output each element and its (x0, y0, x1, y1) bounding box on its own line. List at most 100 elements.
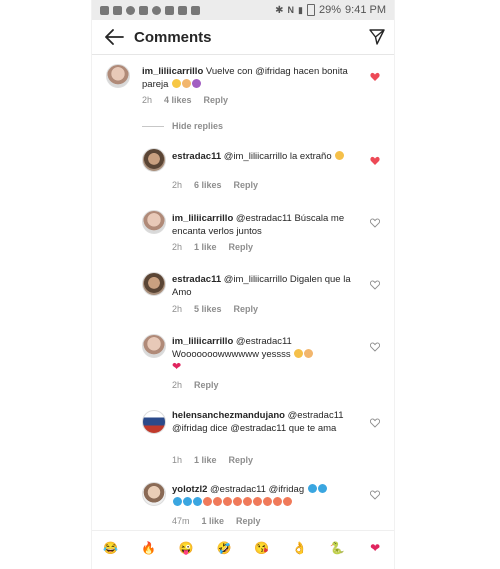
signal-icon: ▮ (298, 4, 303, 15)
notification-icon (139, 5, 148, 15)
comment-text: im_liliicarrillo @estradac11 Wooooooowww… (172, 335, 367, 374)
status-time: 9:41 PM (345, 4, 386, 16)
battery-icon (307, 4, 315, 16)
reply-button[interactable]: Reply (229, 242, 254, 252)
hide-replies-button[interactable]: Hide replies (142, 121, 223, 131)
emoji-icon (172, 79, 182, 88)
notification-icon (152, 5, 161, 15)
likes-count[interactable]: 1 like (194, 242, 217, 252)
battery-percent: 29% (319, 4, 342, 16)
comment-username[interactable]: im_liliicarrillo (172, 213, 233, 224)
fire-emoji-button[interactable]: 🔥 (139, 538, 159, 558)
comment-username[interactable]: im_liliicarrillo (142, 66, 203, 77)
emoji-icon (233, 497, 242, 506)
avatar[interactable] (142, 272, 166, 296)
likes-count[interactable]: 1 like (202, 516, 225, 526)
heart-icon[interactable] (370, 72, 380, 82)
ok-hand-emoji-button[interactable]: 👌 (290, 538, 310, 558)
reply-button[interactable]: Reply (236, 516, 261, 526)
notification-icon (191, 5, 200, 15)
hide-replies-label: Hide replies (172, 121, 224, 131)
comment-username[interactable]: helensanchezmandujano (172, 410, 285, 421)
comment-username[interactable]: estradac11 (172, 151, 221, 162)
comment-time: 47m (172, 516, 190, 526)
comment-text: im_liliicarrillo Vuelve con @ifridag hac… (142, 65, 362, 91)
bluetooth-icon: ✱ (275, 4, 284, 16)
reply-button[interactable]: Reply (194, 380, 219, 390)
comment-username[interactable]: estradac11 (172, 274, 221, 285)
share-button[interactable] (360, 20, 394, 54)
emoji-icon (182, 79, 192, 88)
send-icon (369, 29, 385, 45)
emoji-icon (203, 497, 212, 506)
back-arrow-icon (105, 29, 124, 45)
emoji-icon (304, 349, 314, 358)
notification-icon (178, 5, 187, 15)
notification-icon (100, 5, 109, 15)
emoji-icon (192, 79, 202, 88)
comment-meta: 47m 1 like Reply (172, 516, 261, 526)
emoji-icon (283, 497, 292, 506)
likes-count[interactable]: 5 likes (194, 304, 222, 314)
emoji-icon (173, 497, 182, 506)
wink-tongue-emoji-button[interactable]: 😜 (176, 538, 196, 558)
notification-icon (126, 5, 135, 15)
laughing-emoji-button[interactable]: 😂 (101, 538, 121, 558)
emoji-icon (317, 484, 327, 493)
page-title: Comments (134, 28, 212, 46)
comment-time: 2h (172, 380, 183, 390)
comment-text: estradac11 @im_liliicarrillo la extraño (172, 150, 362, 163)
avatar[interactable] (142, 148, 166, 172)
avatar[interactable] (106, 64, 130, 88)
reply-button[interactable]: Reply (234, 304, 259, 314)
heart-outline-icon[interactable] (370, 418, 380, 428)
avatar[interactable] (142, 410, 166, 434)
comment-meta: 2h 4 likes Reply (142, 95, 228, 105)
likes-count[interactable]: 4 likes (164, 95, 192, 105)
emoji-icon (307, 484, 317, 493)
kiss-emoji-button[interactable]: 😘 (252, 538, 272, 558)
divider (142, 125, 164, 127)
comment-meta: 1h 1 like Reply (172, 455, 253, 465)
heart-emoji-button[interactable]: ❤ (365, 538, 385, 558)
comment-meta: 2h 1 like Reply (172, 242, 253, 252)
likes-count[interactable]: 6 likes (194, 180, 222, 190)
back-button[interactable] (94, 20, 134, 54)
emoji-icon (243, 497, 252, 506)
comment-meta: 2h 6 likes Reply (172, 180, 258, 190)
emoji-icon (294, 349, 304, 358)
reply-button[interactable]: Reply (204, 95, 229, 105)
comment-time: 1h (172, 455, 183, 465)
comment-meta: 2h 5 likes Reply (172, 304, 258, 314)
avatar[interactable] (142, 334, 166, 358)
comment-time: 2h (172, 304, 183, 314)
emoji-reaction-bar: 😂 🔥 😜 🤣 😘 👌 🐍 ❤ (92, 530, 394, 565)
heart-outline-icon[interactable] (370, 280, 380, 290)
phone-screen: ✱ N ▮ 29% 9:41 PM Comments im_liliicarri… (92, 0, 394, 569)
reply-button[interactable]: Reply (229, 455, 254, 465)
heart-outline-icon[interactable] (370, 342, 380, 352)
emoji-icon (253, 497, 262, 506)
emoji-icon (183, 497, 192, 506)
notification-icon (165, 5, 174, 15)
emoji-icon (193, 497, 202, 506)
comment-time: 2h (172, 180, 183, 190)
likes-count[interactable]: 1 like (194, 455, 217, 465)
comment-text: yolotzl2 @estradac11 @ifridag (172, 483, 367, 509)
reply-button[interactable]: Reply (234, 180, 259, 190)
avatar[interactable] (142, 482, 166, 506)
status-bar: ✱ N ▮ 29% 9:41 PM (92, 0, 394, 20)
heart-outline-icon[interactable] (370, 218, 380, 228)
avatar[interactable] (142, 210, 166, 234)
heart-outline-icon[interactable] (370, 490, 380, 500)
rofl-emoji-button[interactable]: 🤣 (214, 538, 234, 558)
nfc-icon: N (287, 5, 295, 15)
comment-body: @estradac11 @ifridag (210, 484, 305, 495)
comment-username[interactable]: yolotzl2 (172, 484, 207, 495)
snake-emoji-button[interactable]: 🐍 (327, 538, 347, 558)
comment-body: @im_liliicarrillo la extraño (223, 151, 332, 162)
heart-icon[interactable] (370, 156, 380, 166)
comment-time: 2h (172, 242, 183, 252)
comment-text: helensanchezmandujano @estradac11 @ifrid… (172, 409, 362, 435)
comment-username[interactable]: im_liliicarrillo (172, 336, 233, 347)
